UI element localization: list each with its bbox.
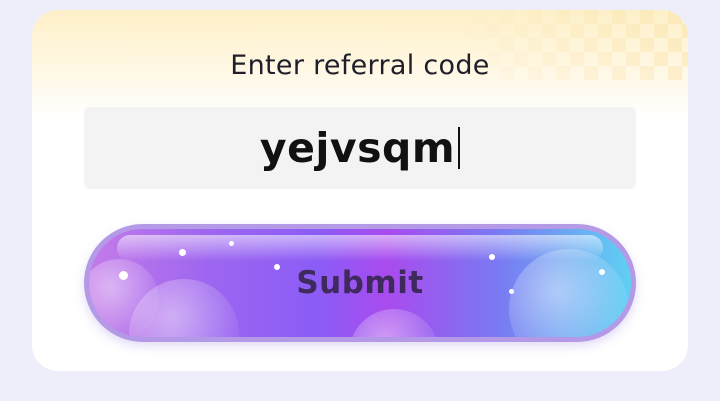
text-caret: [458, 127, 461, 169]
submit-button[interactable]: Submit: [84, 224, 636, 342]
submit-button-label: Submit: [296, 265, 424, 301]
dialog-title: Enter referral code: [230, 50, 490, 81]
referral-code-value: yejvsqm: [259, 124, 456, 172]
referral-dialog: Enter referral code yejvsqm Submit: [32, 10, 688, 371]
referral-code-input[interactable]: yejvsqm: [84, 107, 636, 189]
